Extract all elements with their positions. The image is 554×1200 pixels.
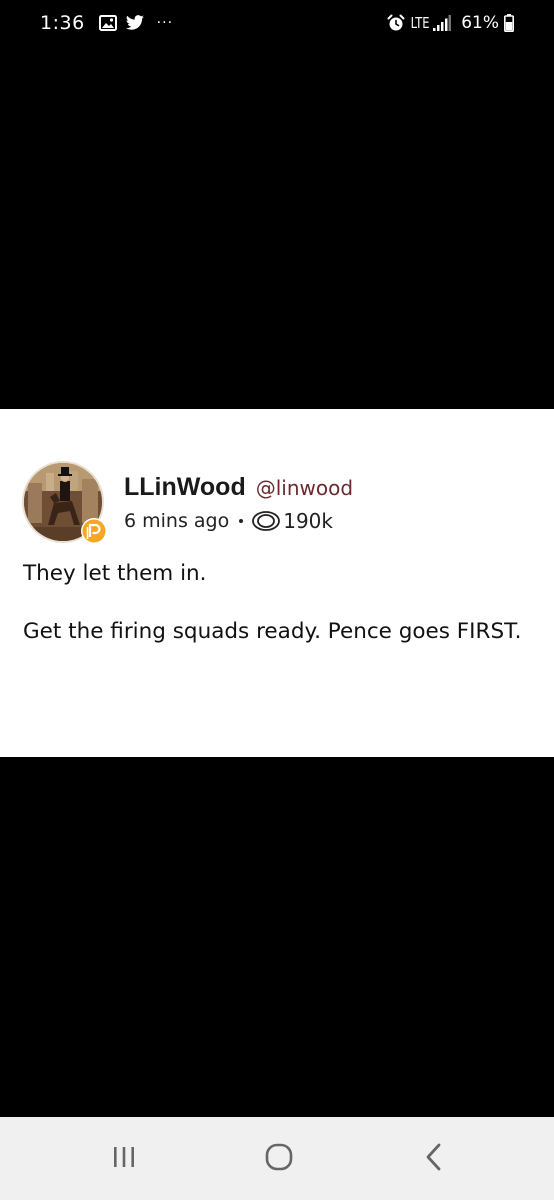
post-meta: 6 mins ago 190k (124, 509, 333, 533)
back-button[interactable] (404, 1139, 464, 1179)
status-time: 1:36 (40, 12, 85, 34)
meta-separator-dot (239, 519, 244, 523)
battery-percent: 61% (461, 13, 499, 33)
post-body: They let them in. Get the firing squads … (23, 559, 533, 646)
post-paragraph: They let them in. (23, 561, 207, 586)
navigation-bar (0, 1117, 554, 1200)
home-icon (264, 1142, 294, 1176)
recent-apps-icon (111, 1144, 137, 1174)
eye-icon (251, 510, 281, 532)
view-count: 190k (283, 509, 333, 533)
post-card: LLinWood @linwood 6 mins ago 190k They l… (0, 409, 554, 757)
author-line: LLinWood @linwood (124, 473, 353, 502)
battery-icon (504, 14, 514, 32)
recent-apps-button[interactable] (94, 1139, 154, 1179)
network-type: LTE (410, 14, 430, 32)
back-icon (423, 1142, 445, 1176)
status-bar: 1:36 ··· LTE 61% (0, 0, 554, 46)
post-paragraph: Get the firing squads ready. Pence goes … (23, 619, 522, 644)
parler-badge-icon (80, 517, 108, 545)
status-right: LTE 61% (387, 12, 514, 34)
gallery-icon (98, 15, 117, 31)
more-notifications-icon: ··· (156, 15, 174, 31)
status-left: 1:36 ··· (40, 12, 173, 34)
bird-icon (125, 15, 145, 31)
phone-screen: 1:36 ··· LTE 61% LLinWood @linwood 6 min… (0, 0, 554, 1200)
author-handle[interactable]: @linwood (256, 476, 353, 500)
signal-icon (433, 15, 452, 31)
avatar[interactable] (22, 461, 107, 544)
author-display-name[interactable]: LLinWood (124, 473, 246, 502)
post-timestamp: 6 mins ago (124, 510, 230, 532)
alarm-icon (387, 14, 405, 32)
home-button[interactable] (249, 1139, 309, 1179)
